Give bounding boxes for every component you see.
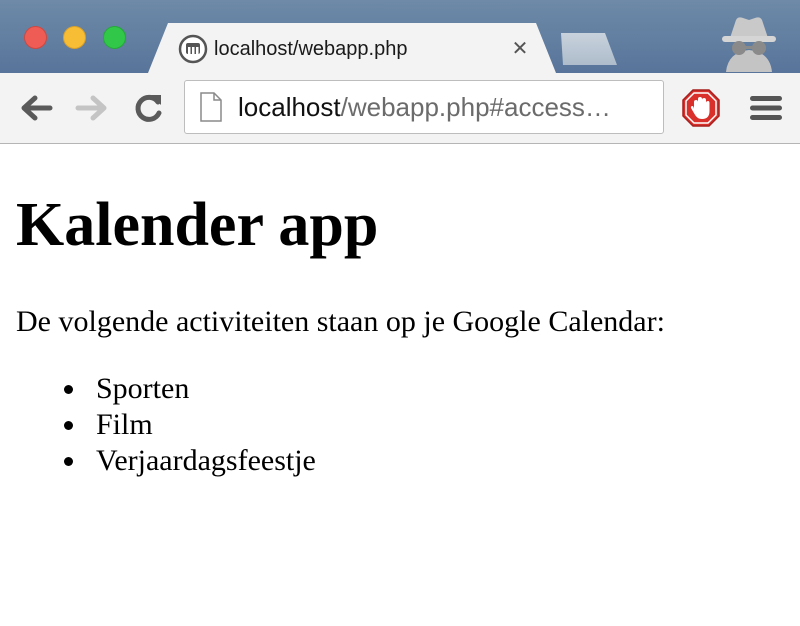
back-arrow-icon[interactable] xyxy=(16,88,56,128)
bullet-icon xyxy=(64,385,73,394)
list-item: Film xyxy=(56,407,316,443)
list-item: Sporten xyxy=(56,371,316,407)
activity-label: Verjaardagsfeestje xyxy=(96,444,316,477)
incognito-icon xyxy=(722,17,776,72)
activity-label: Film xyxy=(96,408,153,441)
intro-text: De volgende activiteiten staan op je Goo… xyxy=(16,305,665,338)
url-path: /webapp.php#access… xyxy=(340,92,611,122)
tab-title: localhost/webapp.php xyxy=(214,38,408,60)
bullet-icon xyxy=(64,457,73,466)
activity-list: Sporten Film Verjaardagsfeestje xyxy=(56,371,316,479)
page-icon xyxy=(200,92,222,122)
adblock-hand-icon[interactable] xyxy=(682,89,720,127)
window-maximize-button[interactable] xyxy=(103,26,126,49)
tab-close-icon[interactable]: ✕ xyxy=(508,36,532,60)
list-item: Verjaardagsfeestje xyxy=(56,443,316,479)
window-minimize-button[interactable] xyxy=(63,26,86,49)
window-close-button[interactable] xyxy=(24,26,47,49)
activity-label: Sporten xyxy=(96,372,190,405)
page-title: Kalender app xyxy=(16,191,379,259)
hamburger-menu-icon[interactable] xyxy=(746,92,786,124)
url-host: localhost xyxy=(238,92,341,122)
address-bar-url[interactable]: localhost/webapp.php#access… xyxy=(238,92,658,122)
forward-arrow-icon[interactable] xyxy=(72,88,112,128)
bullet-icon xyxy=(64,421,73,430)
server-icon xyxy=(178,34,208,64)
reload-icon[interactable] xyxy=(128,88,168,128)
